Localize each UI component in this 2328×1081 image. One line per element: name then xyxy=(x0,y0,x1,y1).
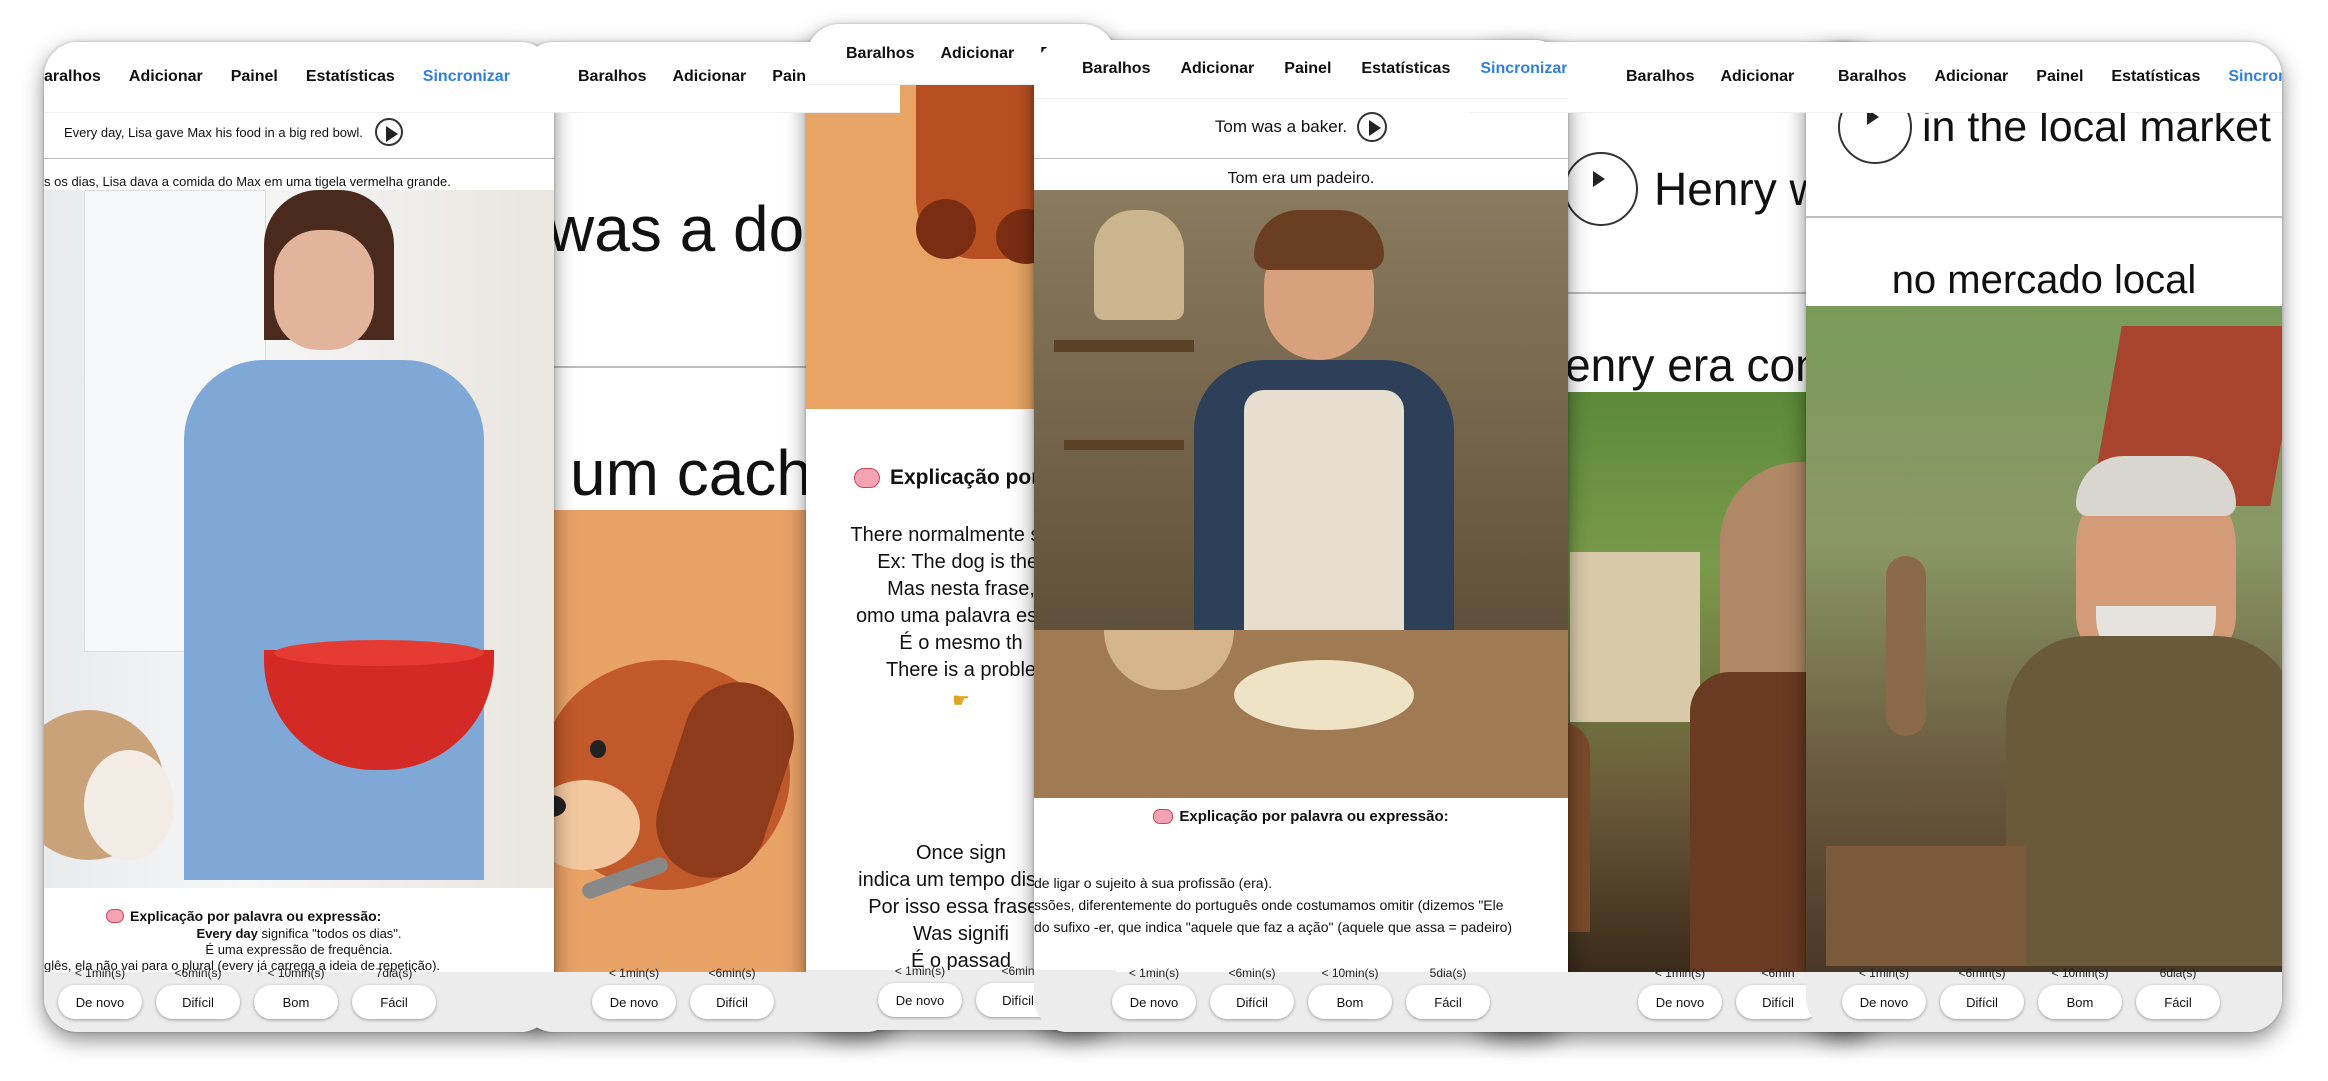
nav-decks[interactable]: aralhos xyxy=(44,68,101,86)
hard-button[interactable]: <6min(s) Difícil xyxy=(156,966,240,1019)
again-button[interactable]: < 1min(s) De novo xyxy=(878,964,962,1017)
hard-button[interactable]: <6min(s) Difícil xyxy=(690,966,774,1019)
play-icon[interactable] xyxy=(1357,112,1388,142)
nav-bar: Baralhos Adicionar Painel Estatísticas S… xyxy=(1806,42,2282,113)
again-button[interactable]: < 1min(s) De novo xyxy=(1112,966,1196,1019)
easy-button[interactable]: 5dia(s) Fácil xyxy=(1406,966,1490,1019)
again-button[interactable]: < 1min(s) De novo xyxy=(592,966,676,1019)
explanation-title-row: Explicação por xyxy=(854,466,1039,490)
nav-dashboard[interactable]: Painel xyxy=(2036,68,2083,86)
question-text: Every day, Lisa gave Max his food in a b… xyxy=(64,124,363,140)
again-button[interactable]: < 1min(s) De novo xyxy=(58,966,142,1019)
answer-text: s os dias, Lisa dava a comida do Max em … xyxy=(44,174,451,189)
question-text: Tom was a baker. xyxy=(1214,117,1348,136)
card-6: Baralhos Adicionar Painel Estatísticas S… xyxy=(1806,42,2282,1032)
answer-footer: < 1min(s) De novo <6min(s) Difícil < 10min… xyxy=(44,966,554,1032)
nav-add[interactable]: Adicionar xyxy=(1720,68,1794,86)
hard-button[interactable]: <6min(s) Difícil xyxy=(1210,966,1294,1019)
brain-icon xyxy=(1153,809,1174,824)
nav-sync[interactable]: Sincronizar xyxy=(2228,68,2282,86)
answer-text: no mercado local xyxy=(1891,258,2197,302)
image-woman-feeding-dog xyxy=(44,190,554,888)
nav-add[interactable]: Adicionar xyxy=(1934,68,2008,86)
good-button[interactable]: < 10min(s) Bom xyxy=(1308,966,1392,1019)
question-text: Henry w xyxy=(1654,163,1823,215)
nav-dashboard[interactable]: Painel xyxy=(1284,60,1331,78)
explanation-title-row: Explicação por palavra ou expressão: xyxy=(1034,808,1568,825)
nav-add[interactable]: Adicionar xyxy=(1180,60,1254,78)
good-button[interactable]: < 10min(s) Bom xyxy=(2038,966,2122,1019)
again-button[interactable]: < 1min(s) De novo xyxy=(1638,966,1722,1019)
image-old-man-market xyxy=(1806,306,2282,972)
hard-button[interactable]: <6min(s) Difícil xyxy=(1940,966,2024,1019)
brain-icon xyxy=(106,909,124,923)
brain-icon xyxy=(854,468,880,488)
nav-bar: Baralhos Adicionar Painel Estatísticas S… xyxy=(1034,40,1568,99)
nav-add[interactable]: Adicionar xyxy=(672,68,746,86)
card-1: aralhos Adicionar Painel Estatísticas Si… xyxy=(44,42,554,1032)
nav-decks[interactable]: Baralhos xyxy=(1626,68,1694,86)
question-row: Henry w xyxy=(1564,152,1823,226)
nav-add[interactable]: Adicionar xyxy=(940,45,1014,63)
answer-text: um cach xyxy=(570,437,812,509)
nav-stats[interactable]: Estatísticas xyxy=(306,68,395,86)
good-button[interactable]: < 10min(s) Bom xyxy=(254,966,338,1019)
nav-decks[interactable]: Baralhos xyxy=(578,68,646,86)
nav-add[interactable]: Adicionar xyxy=(129,68,203,86)
nav-sync[interactable]: Sincronizar xyxy=(423,68,510,86)
explanation-body: de ligar o sujeito à sua profissão (era)… xyxy=(1034,875,1513,935)
answer-text: enry era con xyxy=(1565,339,1821,391)
nav-decks[interactable]: Baralhos xyxy=(1838,68,1906,86)
nav-decks[interactable]: Baralhos xyxy=(1082,60,1150,78)
answer-text: Tom era um padeiro. xyxy=(1227,170,1375,187)
easy-button[interactable]: 6dia(s) Fácil xyxy=(2136,966,2220,1019)
nav-sync[interactable]: Sincronizar xyxy=(1480,60,1567,78)
answer-footer: < 1min(s) De novo <6min(s) Difícil < 10min… xyxy=(1034,966,1568,1032)
answer-footer: < 1min(s) De novo <6min(s) Difícil < 10min… xyxy=(1806,966,2282,1032)
nav-stats[interactable]: Estatísticas xyxy=(1361,60,1450,78)
again-button[interactable]: < 1min(s) De novo xyxy=(1842,966,1926,1019)
nav-decks[interactable]: Baralhos xyxy=(846,45,914,63)
card-4: Baralhos Adicionar Painel Estatísticas S… xyxy=(1034,40,1568,1032)
question-row: Every day, Lisa gave Max his food in a b… xyxy=(64,118,403,146)
question-text: was a dog xyxy=(548,193,840,265)
play-icon[interactable] xyxy=(374,118,403,146)
nav-bar: aralhos Adicionar Painel Estatísticas Si… xyxy=(44,42,554,113)
play-icon[interactable] xyxy=(1564,152,1638,226)
nav-stats[interactable]: Estatísticas xyxy=(2111,68,2200,86)
easy-button[interactable]: 7dia(s) Fácil xyxy=(352,966,436,1019)
image-baker-kneading-dough xyxy=(1034,190,1568,798)
nav-dashboard[interactable]: Painel xyxy=(231,68,278,86)
explanation-title-row: Explicação por palavra ou expressão: xyxy=(106,908,381,924)
